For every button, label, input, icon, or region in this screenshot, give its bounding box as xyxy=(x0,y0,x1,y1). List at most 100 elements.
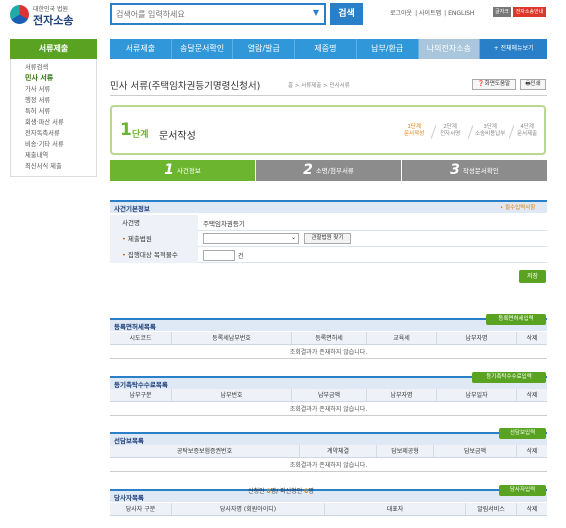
col-header: 납부구분 xyxy=(110,389,172,401)
bond-empty: 조회결과가 존재하지 않습니다. xyxy=(110,459,547,472)
tab-2-label: 소명/첨부서류 xyxy=(315,167,354,175)
case-type-label: 사건명 xyxy=(110,215,198,231)
registry-table-header: 시도코드 등록세납부번호 등록면허세 교육세 납부자명 삭제 xyxy=(110,332,547,345)
page-title: 민사 서류(주택임차권등기명령신청서) xyxy=(110,81,261,92)
registry-empty: 조회결과가 존재하지 않습니다. xyxy=(110,346,547,359)
tab-3-label: 작성문서확인 xyxy=(462,167,499,175)
main-nav: 서류제출 송달문서확인 열람/발급 제증명 납부/환급 나의전자소송 + 전체메… xyxy=(110,39,547,59)
nav-view-issue[interactable]: 열람/발급 xyxy=(233,39,296,59)
print-button[interactable]: 🖶인쇄 xyxy=(520,79,546,90)
screen-help-button[interactable]: ❓화면도움말 xyxy=(472,79,516,90)
tab-attachments[interactable]: 2 소명/첨부서류 xyxy=(256,160,401,181)
nav-submit[interactable]: 서류제출 xyxy=(110,39,172,59)
sitemap-link[interactable]: 사이트맵 xyxy=(419,10,441,17)
sidebar-item-civil[interactable]: 민사 서류 xyxy=(11,73,96,84)
nav-certificates[interactable]: 제증명 xyxy=(295,39,357,59)
save-button[interactable]: 저장 xyxy=(519,270,546,283)
step-3-top: 3단계 xyxy=(483,124,497,130)
search-button[interactable]: 검색 xyxy=(330,3,363,25)
fee-table-header: 납부구분 납부번호 납부금액 납부자명 납부일자 삭제 xyxy=(110,389,547,402)
breadcrumb: 홈 > 서류제출 > 민사서류 xyxy=(288,83,350,89)
court-label-cell: • 제출법원 xyxy=(110,231,198,247)
logout-link[interactable]: 로그아웃 xyxy=(390,10,412,17)
case-info-title: 사건기본정보 xyxy=(114,205,150,213)
english-link[interactable]: ENGLISH xyxy=(448,10,474,17)
case-info-header: 사건기본정보 xyxy=(110,200,547,213)
font-size-button[interactable]: 글자크기 xyxy=(493,7,511,25)
col-header: 당사자 구분 xyxy=(110,503,172,515)
party-counter: 신청인 0명/ 피신청인 0명 xyxy=(248,486,314,495)
count-label-cell: • 집행대상 목적물수 xyxy=(110,247,198,263)
col-header: 삭제 xyxy=(526,335,538,342)
fee-title: 등기촉탁수수료목록 xyxy=(114,381,168,389)
tab-review[interactable]: 3 작성문서확인 xyxy=(402,160,547,181)
chevron-down-icon[interactable]: ▼ xyxy=(313,8,319,17)
col-header: 납부자명 xyxy=(367,389,437,401)
col-header: 삭제 xyxy=(526,448,538,455)
registry-input-button[interactable]: 등록면허세입력 xyxy=(486,314,546,325)
bond-input-button[interactable]: 선담보입력 xyxy=(499,428,546,439)
sidebar-item-patent[interactable]: 특허 서류 xyxy=(11,106,96,117)
search-box: ▼ xyxy=(110,3,326,25)
count-label: 집행대상 목적물수 xyxy=(127,251,178,259)
help-icon: ❓ xyxy=(477,81,485,87)
registry-title: 등록면허세목록 xyxy=(114,323,156,331)
court-logo-icon[interactable] xyxy=(10,5,29,24)
col-header: 교육세 xyxy=(367,332,437,344)
bond-header: 선담보목록 xyxy=(110,432,547,445)
col-header: 시도코드 xyxy=(110,332,172,344)
chevron-down-icon: ⌄ xyxy=(290,234,296,241)
nav-my-cases[interactable]: 나의전자소송 xyxy=(418,39,481,59)
party-table-header: 당사자 구분 당사자명 (회원아이디) 대표자 알림서비스 삭제 xyxy=(110,503,547,516)
step-2: 2단계 전자서명 xyxy=(440,124,460,138)
step-4: 4단계 문서제출 xyxy=(517,124,537,138)
step-2-top: 2단계 xyxy=(443,124,457,130)
tab-1-label: 사건정보 xyxy=(176,167,201,175)
nav-payment[interactable]: 납부/환급 xyxy=(357,39,419,59)
col-header: 납부일자 xyxy=(437,389,517,401)
col-header: 납부번호 xyxy=(172,389,292,401)
col-header: 알림서비스 xyxy=(466,503,517,515)
sidebar-item-latest[interactable]: 최신서식 제출 xyxy=(11,161,96,172)
step-3: 3단계 소송비용납부 xyxy=(475,124,505,138)
sidebar-item-nonlitigation[interactable]: 비송·기타 서류 xyxy=(11,139,96,150)
case-type-row: 사건명 xyxy=(110,215,547,231)
col-header: 대표자 xyxy=(325,503,466,515)
registry-header: 등록면허세목록 xyxy=(110,318,547,331)
sidebar-item-history[interactable]: 제출내역 xyxy=(11,150,96,161)
col-header: 담보제공형 xyxy=(377,445,434,457)
sidebar-item-summons[interactable]: 전자독촉서류 xyxy=(11,128,96,139)
case-type-value: 주택임차권등기 xyxy=(203,220,245,228)
print-label: 인쇄 xyxy=(530,81,541,87)
guide-button[interactable]: 전자소송안내 xyxy=(513,7,546,17)
fee-input-button[interactable]: 등기촉탁수수료입력 xyxy=(472,372,546,383)
sidebar-item-search[interactable]: 서류검색 xyxy=(11,62,96,73)
sidebar: 서류검색 민사 서류 가사 서류 행정 서류 특허 서류 회생·파산 서류 전자… xyxy=(10,59,97,177)
search-input[interactable] xyxy=(116,8,301,21)
current-step-label: 단계 xyxy=(132,130,149,140)
nav-all-menu[interactable]: + 전체메뉴보기 xyxy=(480,39,547,59)
tab-2-number: 2 xyxy=(303,162,313,178)
court-select[interactable]: ⌄ xyxy=(203,233,299,244)
counter-prefix: 신청인 xyxy=(248,488,265,495)
step-4-top: 4단계 xyxy=(520,124,534,130)
col-header: 납부금액 xyxy=(292,389,367,401)
divider xyxy=(110,95,547,96)
logo-title[interactable]: 전자소송 xyxy=(33,12,73,28)
sidebar-item-admin[interactable]: 행정 서류 xyxy=(11,95,96,106)
nav-delivery[interactable]: 송달문서확인 xyxy=(172,39,234,59)
party-input-button[interactable]: 당사자입력 xyxy=(499,485,546,496)
sidebar-item-family[interactable]: 가사 서류 xyxy=(11,84,96,95)
step-4-bottom: 문서제출 xyxy=(517,131,538,137)
count-unit: 건 xyxy=(238,253,244,260)
col-header: 등록면허세 xyxy=(292,332,367,344)
tab-1-number: 1 xyxy=(164,162,174,178)
bond-title: 선담보목록 xyxy=(114,437,144,445)
current-step-name: 문서작성 xyxy=(159,131,196,142)
col-header: 담보금액 xyxy=(434,445,517,457)
tab-case-info[interactable]: 1 사건정보 xyxy=(110,160,255,181)
find-court-button[interactable]: 관할법원 찾기 xyxy=(304,233,351,244)
sidebar-item-bankruptcy[interactable]: 회생·파산 서류 xyxy=(11,117,96,128)
target-count-input[interactable] xyxy=(203,250,235,261)
step-1: 1단계 문서작성 xyxy=(404,124,424,138)
